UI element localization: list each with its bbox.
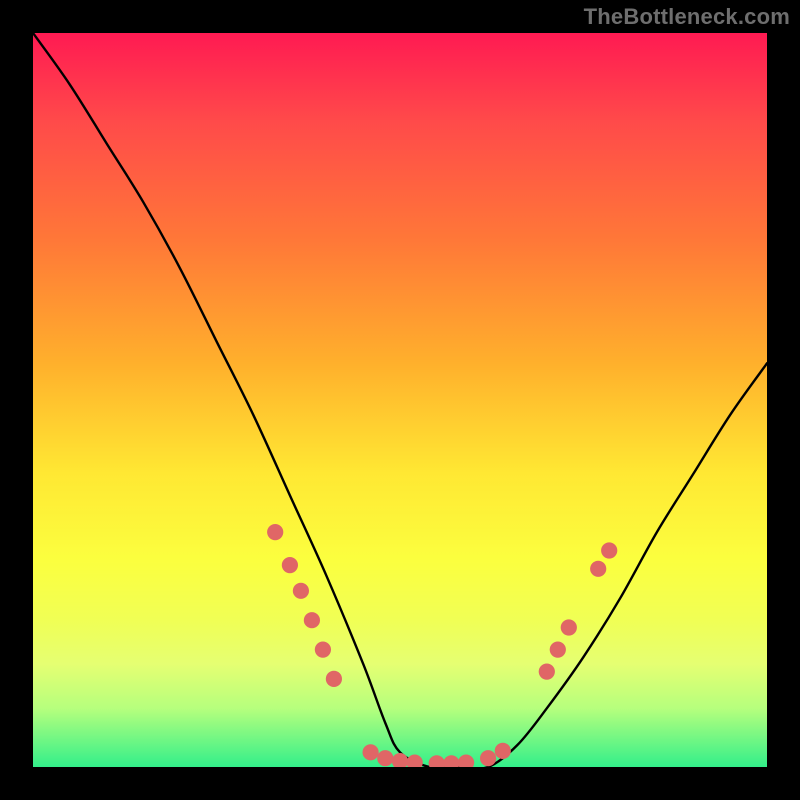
watermark-text: TheBottleneck.com — [584, 4, 790, 30]
chart-svg — [33, 33, 767, 767]
marker-dot — [601, 542, 617, 558]
marker-dot — [377, 750, 393, 766]
marker-dot — [443, 755, 459, 767]
marker-dot — [539, 664, 555, 680]
marker-dot — [495, 743, 511, 759]
data-curve — [33, 33, 767, 767]
marker-dot — [392, 753, 408, 767]
marker-dot — [315, 642, 331, 658]
marker-dot — [293, 583, 309, 599]
marker-dot — [267, 524, 283, 540]
plot-area — [33, 33, 767, 767]
marker-dot — [304, 612, 320, 628]
chart-frame: TheBottleneck.com — [0, 0, 800, 800]
marker-dot — [326, 671, 342, 687]
marker-dot — [282, 557, 298, 573]
marker-dot — [458, 755, 474, 768]
marker-dot — [590, 561, 606, 577]
marker-dot — [363, 744, 379, 760]
marker-dot — [550, 642, 566, 658]
marker-dot — [407, 755, 423, 768]
marker-dot — [429, 755, 445, 767]
marker-dot — [480, 750, 496, 766]
marker-dot — [561, 619, 577, 635]
